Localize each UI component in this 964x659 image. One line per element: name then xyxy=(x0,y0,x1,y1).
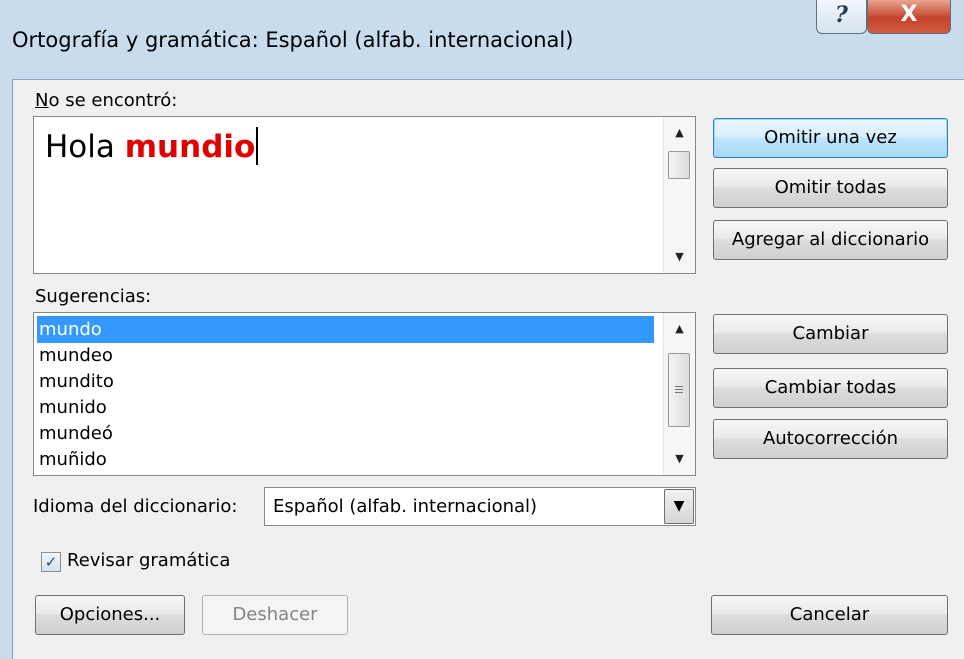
options-label: Opciones... xyxy=(59,604,161,625)
close-button[interactable]: X xyxy=(867,0,951,34)
dropdown-arrow-icon[interactable]: ▼ xyxy=(664,489,694,524)
dictionary-language-label: Idioma del diccionario: xyxy=(33,496,238,517)
ignore-once-button[interactable]: Omitir una vez xyxy=(713,118,948,158)
grip-line xyxy=(675,392,683,393)
add-to-dictionary-label: Agregar al diccionario xyxy=(731,229,930,250)
suggestions-scrollbar[interactable]: ▲ ▼ xyxy=(663,313,695,475)
autocorrect-label: Autocorrección xyxy=(762,428,899,449)
help-icon: ? xyxy=(835,2,848,28)
misspelled-sentence[interactable]: Hola mundio xyxy=(45,127,259,165)
grip-line xyxy=(675,389,683,390)
change-button[interactable]: Cambiar xyxy=(713,314,948,354)
flagged-word: mundio xyxy=(124,129,256,165)
scroll-up-icon[interactable]: ▲ xyxy=(664,315,695,343)
suggestions-list[interactable]: mundo mundeo mundito munido mundeó muñid… xyxy=(33,312,696,476)
not-found-label-mnemonic: N xyxy=(35,90,49,111)
sentence-text: Hola xyxy=(45,129,125,165)
ignore-all-label: Omitir todas xyxy=(774,177,887,198)
suggestion-item[interactable]: mundeo xyxy=(37,342,654,369)
dictionary-language-value: Español (alfab. internacional) xyxy=(273,496,538,517)
not-found-scrollbar[interactable]: ▲ ▼ xyxy=(663,117,695,273)
suggestion-item[interactable]: mundo xyxy=(37,316,654,343)
suggestion-item[interactable]: mundeó xyxy=(37,420,654,447)
dictionary-language-select[interactable]: Español (alfab. internacional) ▼ xyxy=(264,487,696,526)
cancel-button[interactable]: Cancelar xyxy=(711,595,948,635)
window-title: Ortografía y gramática: Español (alfab. … xyxy=(12,28,574,52)
help-button[interactable]: ? xyxy=(816,0,867,34)
suggestion-item[interactable]: muñido xyxy=(37,446,654,473)
suggestions-label: Sugerencias: xyxy=(35,286,152,307)
suggestion-item[interactable]: mundito xyxy=(37,368,654,395)
options-button[interactable]: Opciones... xyxy=(35,595,185,635)
undo-label: Deshacer xyxy=(232,604,318,625)
scroll-up-icon[interactable]: ▲ xyxy=(664,119,695,147)
text-caret xyxy=(256,127,259,165)
add-to-dictionary-button[interactable]: Agregar al diccionario xyxy=(713,220,948,260)
not-found-label: No se encontró: xyxy=(35,90,177,111)
ignore-once-label: Omitir una vez xyxy=(764,127,897,148)
ignore-all-button[interactable]: Omitir todas xyxy=(713,168,948,208)
autocorrect-button[interactable]: Autocorrección xyxy=(713,419,948,459)
not-found-label-text: o se encontró: xyxy=(48,90,178,111)
scroll-thumb[interactable] xyxy=(668,151,690,179)
suggestion-item[interactable]: munido xyxy=(37,394,654,421)
grammar-label[interactable]: Revisar gramática xyxy=(67,550,230,571)
change-all-label: Cambiar todas xyxy=(764,377,897,398)
scroll-down-icon[interactable]: ▼ xyxy=(664,243,695,271)
scroll-down-icon[interactable]: ▼ xyxy=(664,445,695,473)
not-found-textbox[interactable]: Hola mundio ▲ ▼ xyxy=(33,116,696,274)
cancel-label: Cancelar xyxy=(789,604,870,625)
dialog-body: No se encontró: Hola mundio ▲ ▼ Omitir u… xyxy=(12,79,964,659)
title-bar: Ortografía y gramática: Español (alfab. … xyxy=(0,0,964,78)
undo-button[interactable]: Deshacer xyxy=(202,595,348,635)
spelling-dialog: Ortografía y gramática: Español (alfab. … xyxy=(0,0,964,659)
grip-line xyxy=(675,386,683,387)
change-label: Cambiar xyxy=(792,323,869,344)
grammar-checkbox[interactable]: ✓ xyxy=(41,552,61,572)
change-all-button[interactable]: Cambiar todas xyxy=(713,368,948,408)
scroll-thumb[interactable] xyxy=(668,353,690,427)
close-icon: X xyxy=(900,2,918,27)
